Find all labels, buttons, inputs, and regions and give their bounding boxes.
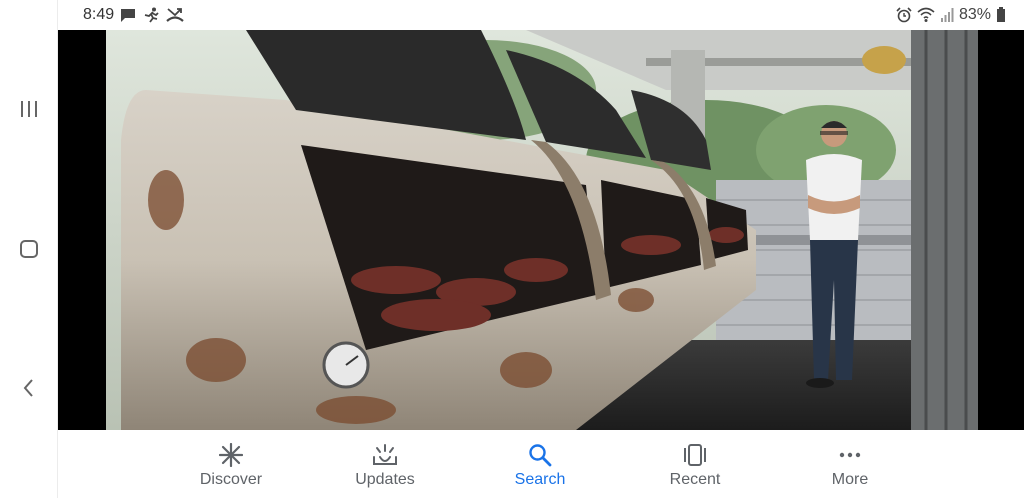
tab-more-label: More — [831, 471, 869, 488]
tab-discover[interactable]: Discover — [176, 430, 286, 498]
home-icon — [20, 240, 38, 258]
asterisk-icon — [218, 442, 244, 468]
alarm-icon — [896, 7, 912, 23]
barbecue-smoker-photo — [106, 30, 978, 430]
message-icon — [121, 9, 136, 22]
home-button[interactable] — [9, 229, 49, 269]
missed-call-icon — [166, 8, 184, 22]
updates-icon — [372, 442, 398, 468]
more-dots-icon — [837, 442, 863, 468]
tab-updates[interactable]: Updates — [330, 430, 440, 498]
back-button[interactable] — [9, 368, 49, 408]
battery-icon — [997, 7, 1005, 22]
tab-recent-label: Recent — [669, 471, 721, 488]
system-navigation-bar — [0, 0, 58, 498]
wifi-icon — [917, 7, 935, 22]
bottom-tab-bar: Discover Updates Search Recent More — [58, 430, 1024, 498]
recent-apps-button[interactable] — [9, 89, 49, 129]
tab-search-label: Search — [514, 471, 566, 488]
tab-discover-label: Discover — [199, 471, 263, 488]
recent-apps-icon — [21, 101, 37, 117]
back-chevron-icon — [23, 379, 33, 397]
status-bar: 8:49 83% — [58, 0, 1024, 30]
search-icon — [527, 442, 553, 468]
tab-updates-label: Updates — [355, 471, 415, 488]
battery-percent: 83% — [958, 6, 991, 23]
tab-search[interactable]: Search — [485, 430, 595, 498]
running-figure-icon — [144, 7, 159, 23]
tab-more[interactable]: More — [795, 430, 905, 498]
tab-recent[interactable]: Recent — [640, 430, 750, 498]
cellular-signal-icon — [940, 8, 954, 22]
recent-cards-icon — [682, 442, 708, 468]
image-viewer[interactable] — [58, 30, 1024, 430]
clock: 8:49 — [83, 6, 115, 23]
